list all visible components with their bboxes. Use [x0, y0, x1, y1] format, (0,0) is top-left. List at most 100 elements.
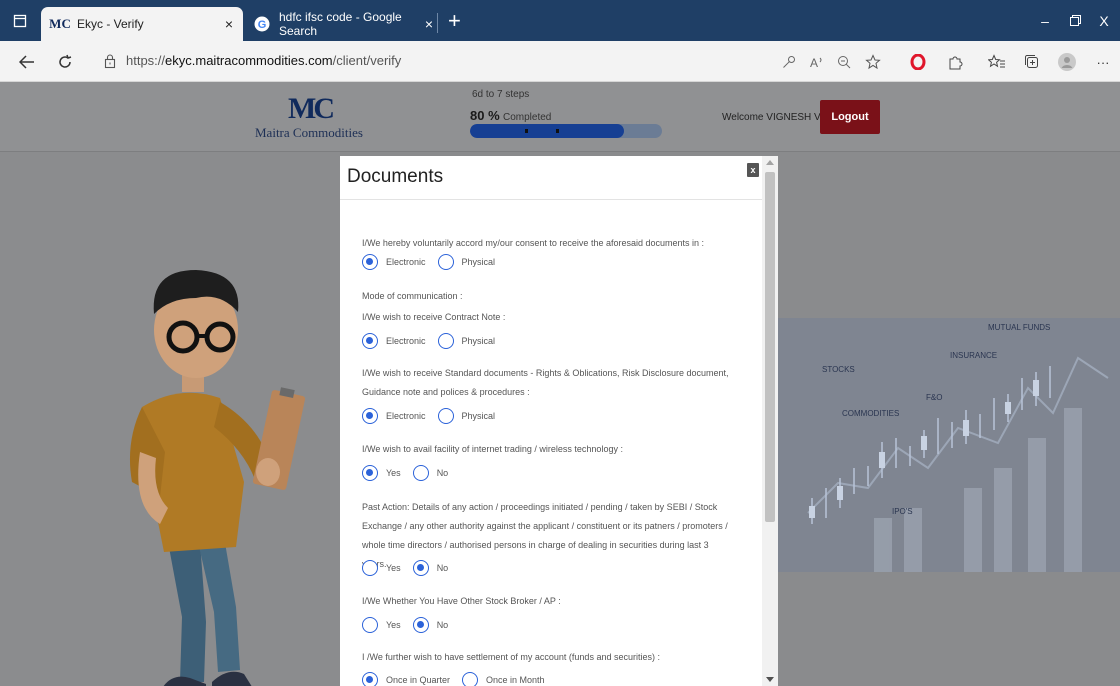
settlement-options: Once in Quarter Once in Month: [362, 670, 557, 686]
scroll-thumb[interactable]: [765, 172, 775, 522]
financial-background-art: MUTUAL FUNDS INSURANCE STOCKS F&O COMMOD…: [778, 318, 1120, 572]
radio-label: Yes: [386, 620, 401, 630]
tab-close-icon[interactable]: ×: [425, 16, 433, 32]
restore-icon: [1069, 15, 1081, 26]
lock-icon[interactable]: [104, 53, 116, 69]
chart-label-stocks: STOCKS: [822, 365, 855, 374]
radio-option[interactable]: Once in Month: [462, 672, 545, 686]
stock-chart-illustration: MUTUAL FUNDS INSURANCE STOCKS F&O COMMOD…: [778, 318, 1120, 572]
radio-label: Electronic: [386, 336, 426, 346]
chart-label-mutual-funds: MUTUAL FUNDS: [988, 323, 1050, 332]
radio-label: No: [436, 468, 449, 478]
page-content: MC Maitra Commodities 6d to 7 steps 80 %…: [0, 82, 1120, 686]
radio-option[interactable]: Electronic: [362, 254, 426, 270]
radio-option[interactable]: No: [412, 617, 449, 633]
google-favicon-icon: G: [253, 16, 271, 32]
progress-bar: [470, 124, 662, 138]
radio-button[interactable]: [412, 617, 429, 633]
tab-title: Ekyc - Verify: [77, 17, 144, 31]
radio-option[interactable]: Yes: [362, 465, 401, 481]
hero-illustration: [0, 152, 340, 686]
scroll-up-arrow-icon[interactable]: [766, 160, 774, 165]
radio-button[interactable]: [462, 672, 479, 686]
radio-button[interactable]: [437, 333, 454, 349]
standard-documents-options: Electronic Physical: [362, 406, 507, 426]
chart-label-fno: F&O: [926, 393, 942, 402]
radio-option[interactable]: Physical: [437, 408, 496, 424]
radio-option[interactable]: No: [412, 560, 449, 576]
key-icon[interactable]: [778, 51, 800, 73]
favorites-icon[interactable]: [986, 51, 1008, 73]
url-path: /client/verify: [332, 53, 402, 68]
collections-icon[interactable]: [1021, 51, 1043, 73]
radio-option[interactable]: Physical: [437, 254, 495, 270]
radio-button[interactable]: [362, 465, 378, 481]
refresh-icon: [59, 54, 72, 68]
new-tab-button[interactable]: +: [448, 8, 461, 34]
read-aloud-icon[interactable]: A: [806, 51, 828, 73]
address-bar[interactable]: https://ekyc.maitracommodities.com/clien…: [126, 53, 401, 68]
radio-button[interactable]: [362, 254, 378, 270]
modal-close-button[interactable]: x: [747, 163, 759, 177]
consent-question: I/We hereby voluntarily accord my/our co…: [362, 238, 705, 248]
radio-option[interactable]: Physical: [437, 333, 496, 349]
tab-separator: [437, 13, 438, 33]
tab-actions-icon[interactable]: [2, 0, 38, 41]
radio-option[interactable]: Yes: [362, 560, 401, 576]
radio-button[interactable]: [412, 465, 429, 481]
extensions-icon[interactable]: [944, 51, 966, 73]
chart-label-ipos: IPO'S: [892, 507, 913, 516]
past-action-options: Yes No: [362, 558, 460, 578]
favorite-add-icon[interactable]: [862, 51, 884, 73]
documents-modal: Documents x I/We hereby voluntarily acco…: [340, 156, 778, 686]
radio-option[interactable]: Electronic: [362, 333, 426, 349]
settlement-question: I /We further wish to have settlement of…: [362, 652, 660, 662]
progress-suffix: Completed: [502, 112, 552, 123]
tab-title: hdfc ifsc code - Google Search: [278, 10, 402, 38]
refresh-button[interactable]: [52, 49, 78, 75]
radio-button[interactable]: [362, 560, 378, 576]
tab-google-search[interactable]: G hdfc ifsc code - Google Search ×: [243, 7, 443, 41]
scroll-down-arrow-icon[interactable]: [766, 677, 774, 682]
steps-label: 6d to 7 steps: [472, 89, 530, 100]
maitra-logo: MC: [288, 92, 335, 125]
standard-documents-question: I/We wish to receive Standard documents …: [362, 368, 729, 397]
radio-option[interactable]: No: [412, 465, 449, 481]
radio-option[interactable]: Once in Quarter: [362, 672, 450, 686]
radio-button[interactable]: [412, 560, 429, 576]
radio-button[interactable]: [362, 672, 378, 686]
more-menu-button[interactable]: ···: [1092, 51, 1114, 73]
radio-button[interactable]: [362, 408, 378, 424]
radio-button[interactable]: [437, 254, 454, 270]
opera-extension-icon[interactable]: [907, 51, 929, 73]
company-name: Maitra Commodities: [255, 125, 363, 140]
logout-button[interactable]: Logout: [820, 100, 880, 134]
chart-label-insurance: INSURANCE: [950, 351, 997, 360]
radio-button[interactable]: [362, 333, 378, 349]
radio-label: Physical: [461, 336, 496, 346]
profile-avatar-icon[interactable]: [1056, 51, 1078, 73]
progress-marker: [525, 129, 528, 133]
other-broker-question: I/We Whether You Have Other Stock Broker…: [362, 596, 561, 606]
tab-ekyc-verify[interactable]: MC Ekyc - Verify ×: [41, 7, 243, 41]
radio-option[interactable]: Electronic: [362, 408, 426, 424]
radio-button[interactable]: [437, 408, 454, 424]
modal-scrollbar[interactable]: [762, 156, 778, 686]
radio-label: Physical: [461, 411, 496, 421]
progress-percent: 80 %: [470, 108, 500, 123]
tab-close-icon[interactable]: ×: [225, 16, 233, 32]
radio-option[interactable]: Yes: [362, 617, 401, 633]
zoom-icon[interactable]: [833, 51, 855, 73]
close-window-button[interactable]: X: [1086, 0, 1120, 41]
internet-trading-options: Yes No: [362, 463, 460, 483]
radio-label: No: [436, 563, 449, 573]
back-button[interactable]: [14, 49, 40, 75]
radio-label: Once in Quarter: [386, 675, 451, 685]
person-illustration: [129, 270, 306, 686]
maitra-favicon-icon: MC: [49, 16, 71, 31]
radio-button[interactable]: [362, 617, 378, 633]
radio-label: No: [436, 620, 449, 630]
progress-fill: [470, 124, 624, 138]
svg-text:A: A: [810, 56, 818, 69]
url-protocol: https://: [126, 53, 166, 68]
